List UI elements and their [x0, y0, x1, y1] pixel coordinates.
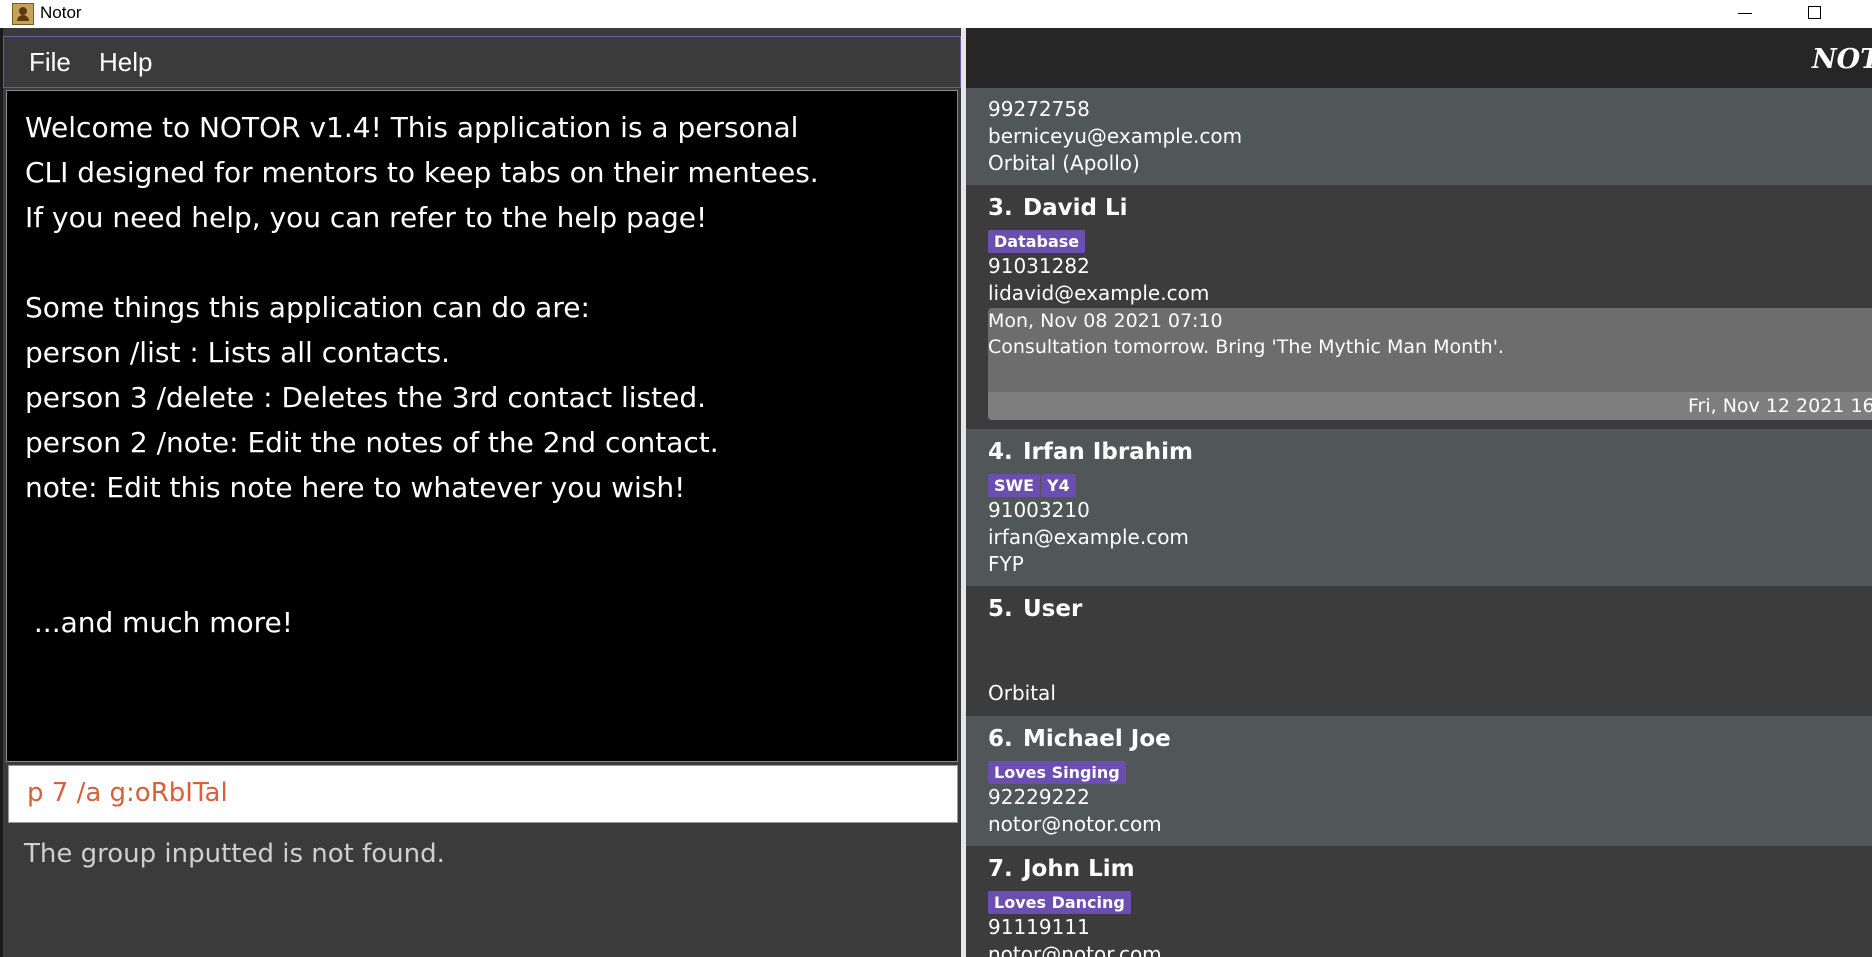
contact-index: 4. [988, 439, 1013, 465]
contact-email: irfan@example.com [988, 525, 1189, 549]
contact-tag: Loves Dancing [988, 891, 1131, 914]
maximize-button[interactable] [1790, 0, 1838, 28]
brand-logo: NOTOR [1812, 44, 1872, 75]
contact-email: notor@notor.com [988, 942, 1162, 957]
result-text: The group inputted is not found. [24, 839, 445, 869]
minimize-button[interactable] [1720, 0, 1768, 28]
contact-tag: SWE [988, 474, 1041, 497]
menu-bar: File Help [3, 36, 961, 88]
contact-group: Orbital [988, 681, 1056, 705]
help-line: person 2 /note: Edit the notes of the 2n… [25, 426, 719, 459]
brand-bar [966, 28, 1872, 88]
window-title: Notor [40, 3, 82, 22]
contact-name: David Li [1023, 195, 1128, 221]
help-line: note: Edit this note here to whatever yo… [25, 471, 686, 504]
note-panel: Mon, Nov 08 2021 07:10 Consultation tomo… [988, 308, 1872, 420]
contact-tag: Loves Singing [988, 761, 1126, 784]
note-text: Consultation tomorrow. Bring 'The Mythic… [988, 336, 1504, 358]
list-item[interactable]: 6. Michael Joe Loves Singing 92229222 no… [966, 716, 1872, 846]
help-line: ...and much more! [25, 606, 293, 639]
title-bar: Notor [0, 0, 1872, 28]
help-line: person 3 /delete : Deletes the 3rd conta… [25, 381, 707, 414]
command-input[interactable]: p 7 /a g:oRbITal [8, 765, 958, 823]
contact-email: notor@notor.com [988, 812, 1162, 836]
contact-index: 3. [988, 195, 1013, 221]
list-item[interactable]: 5. User Orbital [966, 586, 1872, 716]
contact-list[interactable]: 99272758 berniceyu@example.com Orbital (… [966, 88, 1872, 957]
help-line: If you need help, you can refer to the h… [25, 201, 708, 234]
contact-tag: Database [988, 230, 1086, 253]
contact-group: FYP [988, 552, 1024, 576]
contact-name: Irfan Ibrahim [1023, 439, 1193, 465]
list-item[interactable]: 99272758 berniceyu@example.com Orbital (… [966, 88, 1872, 185]
contact-name: John Lim [1023, 856, 1135, 882]
contact-index: 6. [988, 726, 1013, 752]
contact-phone: 91003210 [988, 498, 1090, 522]
contact-index: 5. [988, 596, 1013, 622]
help-text-area[interactable]: Welcome to NOTOR v1.4! This application … [6, 90, 958, 762]
contact-name: User [1023, 596, 1083, 622]
list-item[interactable]: 3. David Li Database 91031282 lidavid@ex… [966, 185, 1872, 429]
contact-email: berniceyu@example.com [988, 124, 1243, 148]
list-item[interactable]: 4. Irfan Ibrahim SWE Y4 91003210 irfan@e… [966, 429, 1872, 586]
menu-file[interactable]: File [29, 47, 71, 78]
contact-phone: 91119111 [988, 915, 1090, 939]
contact-email: lidavid@example.com [988, 281, 1210, 305]
list-item[interactable]: 7. John Lim Loves Dancing 91119111 notor… [966, 846, 1872, 957]
help-line: person /list : Lists all contacts. [25, 336, 450, 369]
help-line: Some things this application can do are: [25, 291, 590, 324]
contact-group: Orbital (Apollo) [988, 151, 1140, 175]
contact-tag: Y4 [1041, 474, 1076, 497]
contact-phone: 92229222 [988, 785, 1090, 809]
help-line: CLI designed for mentors to keep tabs on… [25, 156, 819, 189]
contact-name: Michael Joe [1023, 726, 1171, 752]
app-icon [12, 3, 34, 25]
contact-phone: 99272758 [988, 97, 1090, 121]
result-display: The group inputted is not found. [8, 825, 958, 957]
note-created-date: Mon, Nov 08 2021 07:10 [988, 310, 1223, 332]
note-edited-date: Fri, Nov 12 2021 16:1 [1688, 395, 1872, 417]
note-footer: Fri, Nov 12 2021 16:1 [988, 392, 1872, 420]
contact-phone: 91031282 [988, 254, 1090, 278]
menu-help[interactable]: Help [99, 47, 152, 78]
contact-index: 7. [988, 856, 1013, 882]
help-line: Welcome to NOTOR v1.4! This application … [25, 111, 799, 144]
